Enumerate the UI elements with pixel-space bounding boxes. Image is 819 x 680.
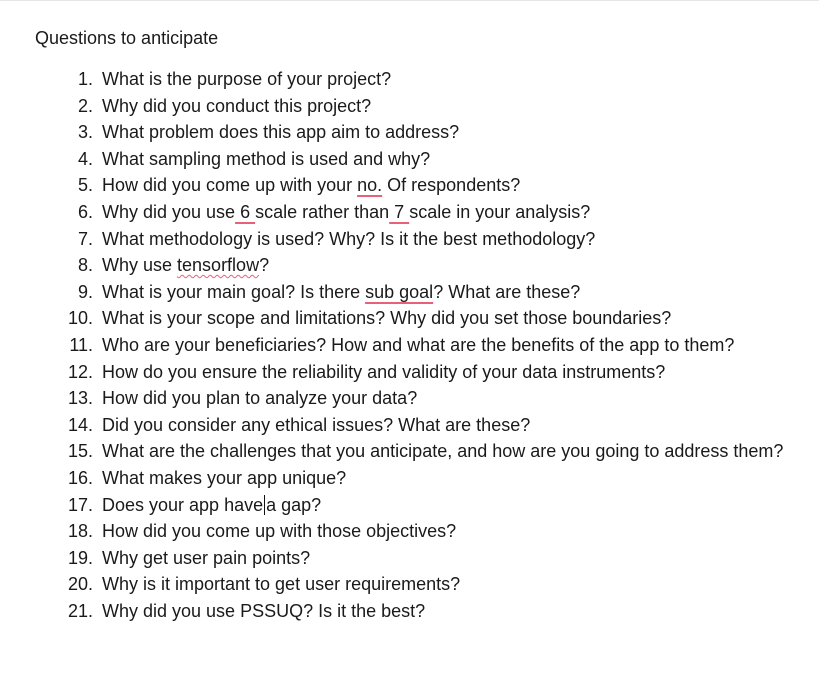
question-text[interactable]: Why did you use PSSUQ? Is it the best? — [102, 599, 425, 623]
question-text[interactable]: What problem does this app aim to addres… — [102, 120, 459, 144]
question-text[interactable]: Why get user pain points? — [102, 546, 310, 570]
spelling-flag[interactable]: tensorflow — [177, 255, 259, 275]
list-number: 3. — [77, 122, 93, 143]
question-text[interactable]: Does your app have a gap? — [102, 493, 321, 517]
list-number: 20. — [67, 574, 93, 595]
page-top-border — [0, 0, 819, 1]
list-number: 12. — [67, 361, 93, 382]
list-number: 9. — [77, 281, 93, 302]
grammar-flag[interactable]: sub goal — [365, 282, 433, 302]
list-number: 21. — [67, 600, 93, 621]
list-number: 6. — [77, 201, 93, 222]
grammar-flag[interactable]: 7 — [389, 202, 409, 222]
grammar-flag[interactable]: 6 — [235, 202, 255, 222]
document-page[interactable]: Questions to anticipate 1. What is the p… — [0, 0, 819, 680]
question-text[interactable]: Why did you use 6 scale rather than 7 sc… — [102, 200, 590, 224]
question-text[interactable]: Who are your beneficiaries? How and what… — [102, 333, 734, 357]
list-number: 11. — [69, 334, 93, 355]
list-number: 8. — [77, 255, 93, 276]
question-text[interactable]: What is your scope and limitations? Why … — [102, 306, 671, 330]
list-number: 1. — [77, 69, 93, 89]
grammar-flag[interactable]: no. — [357, 175, 382, 195]
question-text[interactable]: What is your main goal? Is there sub goa… — [102, 280, 580, 304]
question-text[interactable]: Did you consider any ethical issues? Wha… — [102, 413, 530, 437]
question-text[interactable]: What methodology is used? Why? Is it the… — [102, 227, 595, 251]
question-text[interactable]: Why did you conduct this project? — [102, 94, 371, 118]
list-number: 14. — [67, 414, 93, 435]
question-text[interactable]: Why use tensorflow? — [102, 253, 269, 277]
question-text[interactable]: What is the purpose of your project? — [102, 67, 391, 91]
list-number: 5. — [77, 175, 93, 196]
list-number: 2. — [77, 95, 93, 116]
list-number: 10. — [67, 308, 93, 329]
question-text[interactable]: What makes your app unique? — [102, 466, 346, 490]
text-cursor — [264, 494, 266, 515]
question-text[interactable]: What are the challenges that you anticip… — [102, 439, 783, 463]
list-number: 18. — [67, 521, 93, 542]
question-text[interactable]: How did you plan to analyze your data? — [102, 386, 417, 410]
list-number: 19. — [67, 547, 93, 568]
list-number: 16. — [67, 467, 93, 488]
question-text[interactable]: How do you ensure the reliability and va… — [102, 360, 665, 384]
question-text[interactable]: How did you come up with those objective… — [102, 519, 456, 543]
list-number: 4. — [77, 148, 93, 169]
list-number: 7. — [77, 228, 93, 249]
question-text[interactable]: How did you come up with your no. Of res… — [102, 173, 520, 197]
list-number: 17. — [67, 494, 93, 515]
question-text[interactable]: Why is it important to get user requirem… — [102, 572, 460, 596]
question-text[interactable]: What sampling method is used and why? — [102, 147, 430, 171]
list-number: 13. — [67, 388, 93, 409]
list-number: 15. — [67, 441, 93, 462]
document-heading[interactable]: Questions to anticipate — [35, 27, 218, 49]
